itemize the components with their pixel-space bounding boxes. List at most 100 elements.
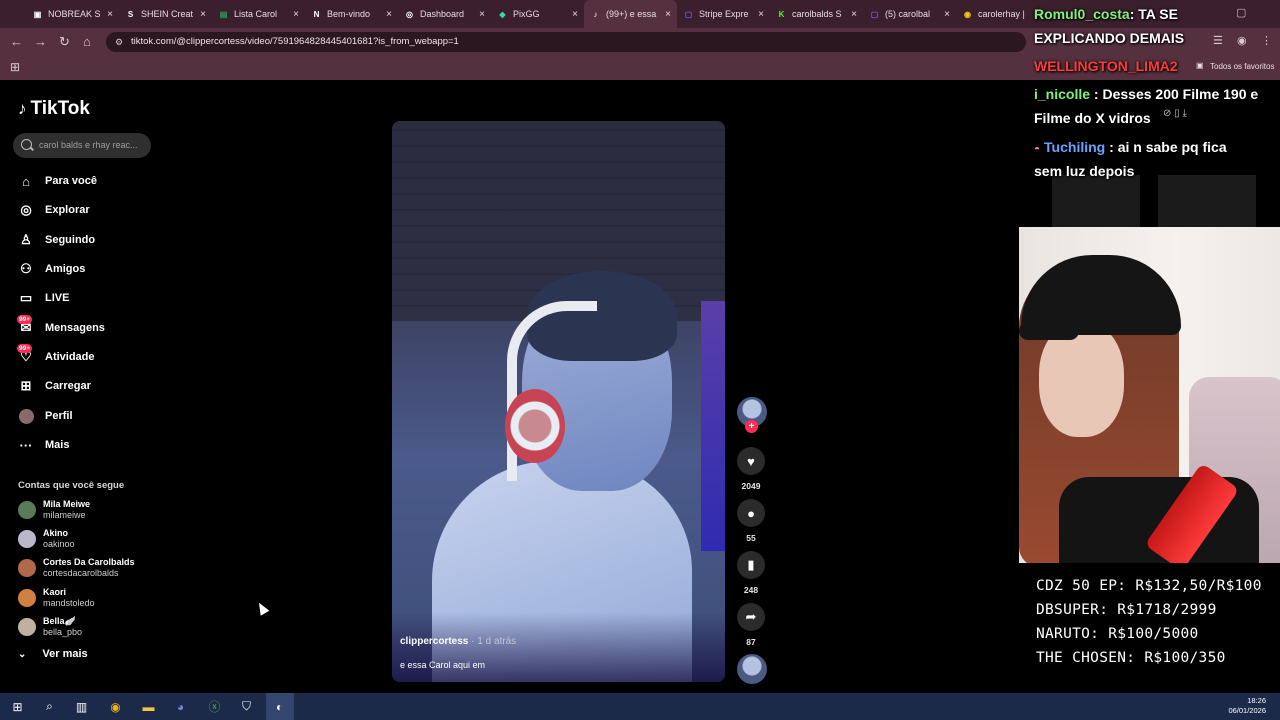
tab-label: Stripe Expre	[699, 9, 749, 19]
nav-item[interactable]: ▭ LIVE	[18, 287, 70, 309]
chrome-icon[interactable]: ◉	[107, 698, 124, 715]
tab-close-icon[interactable]: ×	[665, 9, 671, 20]
tiktok-note-icon: ♪	[18, 99, 27, 118]
followed-account[interactable]: Akino oakinoo	[18, 526, 75, 552]
avatar	[18, 501, 36, 519]
tab-favicon-icon: K	[778, 9, 785, 19]
chat-text: EXPLICANDO DEMAIS	[1034, 30, 1185, 46]
nav-item[interactable]: ♡ 99+ Atividade	[17, 344, 95, 368]
browser-tab[interactable]: ▢ Stripe Expre ×	[677, 0, 770, 28]
browser-tab[interactable]: Kcarolbalds S ×	[770, 0, 863, 28]
system-clock[interactable]: 18:26 06/01/2026	[1228, 696, 1266, 716]
browser-tab[interactable]: ◎ Dashboard ×	[398, 0, 491, 28]
nav-glyph: ♙	[20, 232, 32, 247]
tiktok-logo[interactable]: ♪ TikTok	[18, 98, 90, 120]
video-caption: e essa Carol aqui em	[400, 660, 486, 670]
tab-label: NOBREAK S	[48, 9, 101, 19]
tab-close-icon[interactable]: ×	[479, 9, 485, 20]
stream-chat-overlay: Romul0_costa: TA SE EXPLICANDO DEMAIS WELL…	[1034, 0, 1280, 190]
browser-tab[interactable]: ▤ Lista Carol ×	[212, 0, 305, 28]
account-username: bella_pbo	[43, 627, 83, 637]
file-explorer-icon[interactable]: ▬	[140, 698, 157, 715]
tab-favicon-icon: ▢	[684, 9, 693, 19]
nav-item[interactable]: Perfil	[18, 405, 73, 427]
followed-account[interactable]: Bella🪽 bella_pbo	[18, 614, 82, 640]
browser-tab[interactable]: ▢ (5) carolbal ×	[863, 0, 956, 28]
account-username: cortesdacarolbalds	[43, 568, 119, 578]
followed-account[interactable]: Cortes Da Carolbalds cortesdacarolbalds	[18, 555, 135, 581]
browser-tab[interactable]: N Bem-vindo ×	[305, 0, 398, 28]
nav-item[interactable]: ◎ Explorar	[18, 199, 90, 221]
following-icon: ♙	[18, 232, 34, 248]
nav-label: Explorar	[45, 204, 90, 216]
video-headphone-cup	[505, 389, 565, 463]
browser-tab[interactable]: ◆ PixGG ×	[491, 0, 584, 28]
search-input[interactable]: carol balds e rhay reac...	[13, 133, 151, 158]
profile-avatar-icon	[18, 408, 34, 424]
security-shield-icon[interactable]: ⛉	[238, 698, 255, 715]
windows-taskbar: ⊞ ⌕ ▥ ◉ ▬ ◕ ⓧ ⛉ ◐ 18:26 06/01/2026	[0, 693, 1280, 720]
followed-account[interactable]: Mila Meiwe milameiwe	[18, 497, 90, 523]
chat-username: i_nicolle	[1034, 86, 1091, 102]
back-icon[interactable]: ←	[10, 34, 23, 49]
nav-item[interactable]: ♙ Seguindo	[18, 229, 95, 251]
next-creator-avatar[interactable]	[737, 654, 767, 684]
chat-text: Desses 200 Filme 190 e	[1102, 86, 1259, 102]
windows-start-icon[interactable]: ⊞	[9, 698, 26, 715]
video-author-name[interactable]: clippercortess	[400, 636, 468, 647]
chat-text: Filme do X vidros	[1034, 110, 1151, 126]
tab-close-icon[interactable]: ×	[944, 9, 950, 20]
activity-icon: ♡ 99+	[17, 344, 34, 365]
tab-favicon-icon: ▢	[870, 9, 879, 19]
tab-close-icon[interactable]: ×	[386, 9, 392, 20]
forward-icon[interactable]: →	[34, 34, 47, 49]
browser-tab[interactable]: ♪ (99+) e essa ×	[584, 0, 677, 28]
nav-item[interactable]: ⌂ Para você	[18, 170, 97, 192]
account-name: Kaori	[43, 587, 67, 597]
tab-label: PixGG	[513, 9, 540, 19]
xbox-icon[interactable]: ⓧ	[206, 698, 223, 715]
chevron-down-icon: ⌄	[18, 648, 27, 660]
tab-favicon-icon: ◉	[964, 9, 971, 19]
chat-badge-icon: ◓	[1034, 144, 1041, 155]
nav-label: Para você	[45, 175, 97, 187]
video-author[interactable]: clippercortess · 1 d atrás	[400, 636, 516, 647]
chat-username: Tuchiling	[1044, 139, 1106, 155]
video-player[interactable]	[392, 121, 725, 682]
followed-account[interactable]: Kaori mandstoledo	[18, 585, 95, 611]
nav-item[interactable]: ⊞ Carregar	[18, 375, 91, 397]
nav-item[interactable]: ⚇ Amigos	[18, 258, 85, 280]
apps-grid-icon[interactable]: ⊞	[10, 60, 20, 74]
avatar	[18, 589, 36, 607]
friends-icon: ⚇	[18, 261, 34, 277]
see-more-button[interactable]: ⌄ Ver mais	[18, 648, 88, 660]
reload-icon[interactable]: ↻	[59, 34, 70, 50]
share-count: 87	[746, 637, 756, 647]
home-icon[interactable]: ⌂	[83, 34, 91, 49]
obs-icon[interactable]: ◐	[271, 698, 288, 715]
share-arrow-icon[interactable]: ➦	[737, 603, 765, 631]
tab-favicon-icon: N	[313, 9, 320, 19]
like-heart-icon[interactable]: ♥	[737, 447, 765, 475]
address-bar[interactable]: ⚙ tiktok.com/@clippercortess/video/75919…	[106, 32, 1026, 52]
tab-close-icon[interactable]: ×	[758, 9, 764, 20]
browser-tab[interactable]: ▣ NOBREAK S ×	[26, 0, 119, 28]
nav-item[interactable]: ✉ 99+ Mensagens	[17, 315, 105, 339]
search-icon[interactable]: ⌕	[41, 698, 58, 715]
tab-close-icon[interactable]: ×	[572, 9, 578, 20]
discord-icon[interactable]: ◕	[172, 698, 189, 715]
task-view-icon[interactable]: ▥	[73, 698, 90, 715]
tab-close-icon[interactable]: ×	[851, 9, 857, 20]
tab-close-icon[interactable]: ×	[200, 9, 206, 20]
chat-username: WELLINGTON_LIMA2	[1034, 58, 1178, 74]
tab-close-icon[interactable]: ×	[107, 9, 113, 20]
tab-close-icon[interactable]: ×	[293, 9, 299, 20]
follow-plus-icon[interactable]: +	[745, 420, 758, 433]
live-icon: ▭	[18, 290, 34, 306]
comment-icon[interactable]: ●	[737, 499, 765, 527]
site-info-icon[interactable]: ⚙	[115, 32, 123, 52]
bookmark-icon[interactable]: ▮	[737, 551, 765, 579]
browser-tab[interactable]: S SHEIN Creat ×	[119, 0, 212, 28]
nav-item[interactable]: ··· Mais	[18, 434, 70, 456]
video-lights	[701, 301, 725, 551]
